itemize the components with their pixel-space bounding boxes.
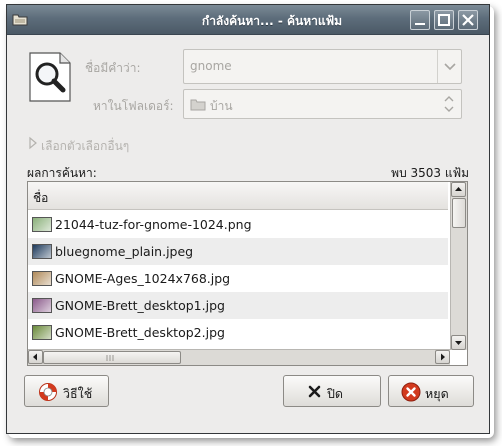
stop-icon <box>401 382 421 405</box>
folder-icon <box>12 12 28 26</box>
file-name: GNOME-Brett_desktop2.jpg <box>55 325 225 340</box>
image-thumbnail-icon <box>32 244 52 259</box>
scroll-up-button[interactable] <box>451 182 466 197</box>
image-thumbnail-icon <box>32 217 52 232</box>
horizontal-scrollbar[interactable] <box>28 349 450 365</box>
look-in-folder-value: บ้าน <box>210 99 233 113</box>
search-for-files-dialog: กำลังค้นหา... - ค้นหาแฟ้ม ชื่อมีคำว่า: g… <box>6 4 490 434</box>
name-column-label: ชื่อ <box>33 191 49 205</box>
minimize-button[interactable] <box>410 10 430 30</box>
more-options-expander[interactable]: เลือกตัวเลือกอื่นๆ <box>41 137 129 156</box>
list-item[interactable]: 21044-tuz-for-gnome-1024.png <box>28 211 448 238</box>
name-contains-label: ชื่อมีคำว่า: <box>85 61 141 75</box>
list-item[interactable]: GNOME-Brett_desktop1.jpg <box>28 292 448 319</box>
scroll-right-button[interactable] <box>435 350 450 364</box>
results-rows: 21044-tuz-for-gnome-1024.png bluegnome_pl… <box>28 211 448 346</box>
stop-button-label: หยุด <box>425 386 449 401</box>
list-item[interactable]: bluegnome_plain.jpeg <box>28 238 448 265</box>
close-window-button[interactable] <box>458 10 478 30</box>
close-button[interactable]: ปิด <box>283 375 381 407</box>
folder-spin-button[interactable] <box>437 90 461 118</box>
vertical-scrollbar[interactable] <box>450 182 467 350</box>
help-button[interactable]: วิธีใช้ <box>24 375 109 407</box>
name-contains-combo[interactable]: gnome <box>183 49 462 84</box>
file-name: GNOME-Ages_1024x768.jpg <box>55 271 231 286</box>
file-name: bluegnome_plain.jpeg <box>55 244 194 259</box>
vertical-scroll-thumb[interactable] <box>452 198 466 228</box>
home-folder-icon <box>190 98 206 114</box>
close-button-label: ปิด <box>327 386 344 401</box>
file-name: 21044-tuz-for-gnome-1024.png <box>55 217 252 232</box>
maximize-button[interactable] <box>434 10 454 30</box>
title-bar[interactable]: กำลังค้นหา... - ค้นหาแฟ้ม <box>7 5 489 35</box>
results-list[interactable]: ชื่อ 21044-tuz-for-gnome-1024.png bluegno… <box>27 181 468 366</box>
magnifier-document-icon <box>27 52 73 102</box>
horizontal-scroll-thumb[interactable] <box>43 351 181 364</box>
image-thumbnail-icon <box>32 325 52 340</box>
look-in-folder-label: หาในโฟลเดอร์: <box>93 99 174 113</box>
scroll-down-button[interactable] <box>451 335 466 350</box>
expander-arrow-icon[interactable] <box>28 136 38 153</box>
image-thumbnail-icon <box>32 271 52 286</box>
help-button-label: วิธีใช้ <box>63 386 93 401</box>
name-contains-value: gnome <box>190 59 232 73</box>
window-title: กำลังค้นหา... - ค้นหาแฟ้ม <box>201 14 343 28</box>
scroll-left-button[interactable] <box>28 350 43 364</box>
file-name: GNOME-Brett_desktop1.jpg <box>55 298 225 313</box>
stop-button[interactable]: หยุด <box>388 375 474 407</box>
lifebuoy-icon <box>38 382 58 405</box>
look-in-folder-combo[interactable]: บ้าน <box>183 89 462 119</box>
combo-dropdown-button[interactable] <box>437 50 461 83</box>
list-item[interactable]: GNOME-Brett_desktop2.jpg <box>28 319 448 346</box>
list-item[interactable]: GNOME-Ages_1024x768.jpg <box>28 265 448 292</box>
x-icon <box>308 385 321 401</box>
name-column-header[interactable]: ชื่อ <box>28 182 448 210</box>
image-thumbnail-icon <box>32 298 52 313</box>
